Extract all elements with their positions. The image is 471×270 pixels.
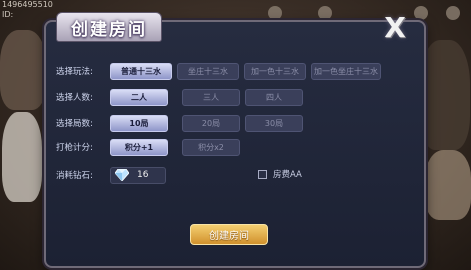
play-mode-option-one-color-banker[interactable]: 加一色坐庄十三水 xyxy=(311,62,381,80)
background-figure xyxy=(2,112,42,202)
players-option-four[interactable]: 四人 xyxy=(245,88,303,106)
players-option-two[interactable]: 二人 xyxy=(110,88,168,106)
rounds-option-30[interactable]: 30局 xyxy=(245,114,303,132)
info-icon xyxy=(446,6,460,20)
gear-icon xyxy=(414,6,428,20)
play-mode-label: 选择玩法: xyxy=(56,67,93,77)
cost-row: 消耗钻石: 16 xyxy=(56,166,166,184)
dialog-title: 创建房间 xyxy=(56,12,162,42)
close-button[interactable]: X xyxy=(380,11,410,44)
rounds-label: 选择局数: xyxy=(56,119,93,129)
create-room-button[interactable]: 创建房间 xyxy=(190,224,268,245)
rounds-row: 选择局数: 10局 20局 30局 xyxy=(56,114,308,132)
diamond-cost-box: 16 xyxy=(110,166,166,184)
play-mode-option-normal[interactable]: 普通十三水 xyxy=(110,62,172,80)
diamond-cost-value: 16 xyxy=(137,170,149,180)
cost-label: 消耗钻石: xyxy=(56,171,93,181)
menu-icon xyxy=(268,6,282,20)
aa-fee-toggle[interactable]: 房费AA xyxy=(258,168,302,180)
top-id-text: 1496495510 xyxy=(2,0,53,9)
aa-fee-label: 房费AA xyxy=(273,170,302,180)
players-row: 选择人数: 二人 三人 四人 xyxy=(56,88,308,106)
scoring-label: 打枪计分: xyxy=(56,143,93,153)
diamond-icon xyxy=(115,169,129,181)
players-option-three[interactable]: 三人 xyxy=(182,88,240,106)
scoring-row: 打枪计分: 积分+1 积分x2 xyxy=(56,138,245,156)
rounds-option-10[interactable]: 10局 xyxy=(110,114,168,132)
play-mode-option-one-color[interactable]: 加一色十三水 xyxy=(244,62,306,80)
background-figure xyxy=(425,150,471,220)
aa-fee-checkbox[interactable] xyxy=(258,169,267,179)
scoring-option-plus1[interactable]: 积分+1 xyxy=(110,138,168,156)
background-figure xyxy=(420,40,470,150)
play-mode-row: 选择玩法: 普通十三水 坐庄十三水 加一色十三水 加一色坐庄十三水 xyxy=(56,62,386,80)
background-figure xyxy=(0,30,46,110)
settings-icon xyxy=(318,6,332,20)
id-label: ID: xyxy=(2,10,14,19)
scoring-option-x2[interactable]: 积分x2 xyxy=(182,138,240,156)
rounds-option-20[interactable]: 20局 xyxy=(182,114,240,132)
players-label: 选择人数: xyxy=(56,93,93,103)
play-mode-option-banker[interactable]: 坐庄十三水 xyxy=(177,62,239,80)
